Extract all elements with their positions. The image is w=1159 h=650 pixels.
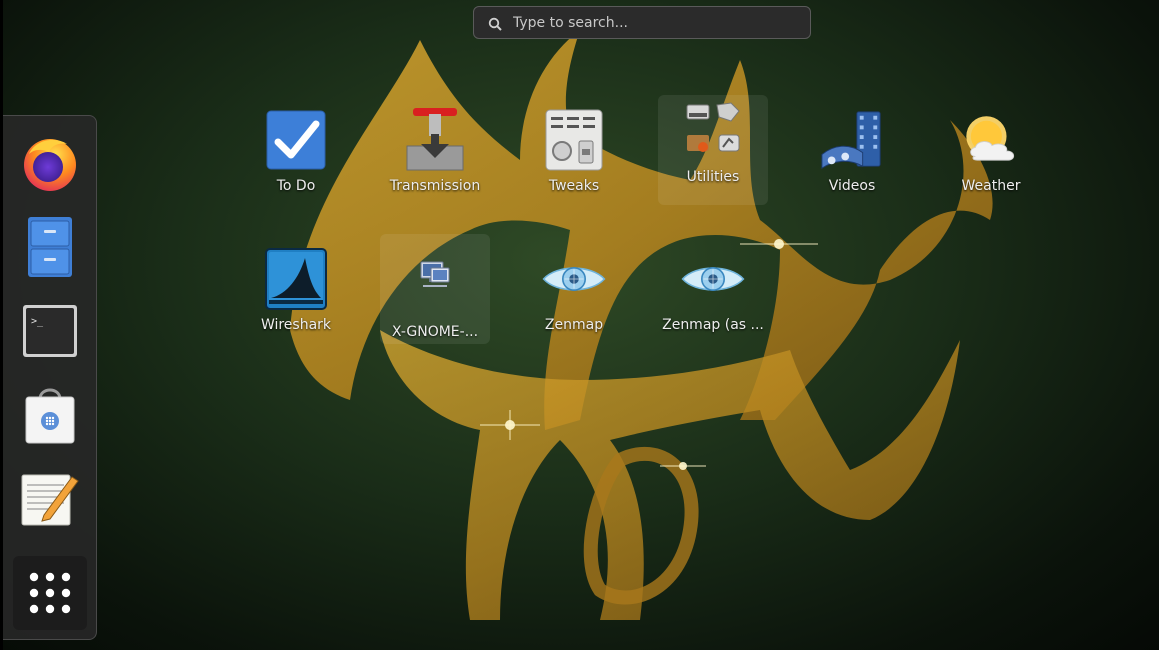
app-label: Wireshark (260, 317, 332, 333)
checkbox-icon (264, 108, 328, 172)
transmission-icon (403, 108, 467, 172)
file-cabinet-icon (28, 217, 72, 277)
app-tweaks[interactable]: Tweaks (519, 104, 629, 214)
app-label: To Do (276, 178, 316, 194)
tweaks-icon (542, 108, 606, 172)
dash-item-firefox[interactable] (15, 128, 85, 198)
app-to-do[interactable]: To Do (241, 104, 351, 214)
zenmap-eye-icon (542, 247, 606, 311)
search-input[interactable] (513, 14, 783, 31)
app-x-gnome[interactable]: X-GNOME-... (380, 234, 490, 344)
app-label: Zenmap (544, 317, 604, 333)
wireshark-fin-icon (264, 247, 328, 311)
app-label: Videos (828, 178, 876, 194)
terminal-icon: >_ (23, 305, 77, 357)
dash-item-software[interactable] (15, 380, 85, 450)
dash-item-files[interactable] (15, 212, 85, 282)
search-icon (488, 16, 502, 31)
app-zenmap[interactable]: Zenmap (519, 243, 629, 353)
weather-icon (959, 108, 1023, 172)
app-label: Transmission (389, 178, 481, 194)
app-videos[interactable]: Videos (797, 104, 907, 214)
app-weather[interactable]: Weather (936, 104, 1046, 214)
show-applications-button[interactable] (13, 556, 87, 630)
svg-text:>_: >_ (31, 316, 44, 327)
app-label: Zenmap (as ... (662, 317, 764, 333)
app-transmission[interactable]: Transmission (380, 104, 490, 214)
app-label: Utilities (686, 169, 740, 185)
firefox-icon (24, 139, 76, 191)
dash: >_ (3, 115, 97, 640)
app-grid-icon (29, 572, 71, 614)
folder-grid-icon (681, 99, 745, 163)
film-icon (820, 108, 884, 172)
software-bag-icon (25, 388, 75, 444)
app-wireshark[interactable]: Wireshark (241, 243, 351, 353)
remote-desktop-icon (403, 244, 467, 308)
dash-item-terminal[interactable]: >_ (15, 296, 85, 366)
app-label: X-GNOME-... (391, 324, 479, 340)
text-editor-icon (21, 474, 79, 526)
app-zenmap-root[interactable]: Zenmap (as ... (658, 243, 768, 353)
app-folder-utilities[interactable]: Utilities (658, 95, 768, 205)
zenmap-eye-icon (681, 247, 745, 311)
search-bar[interactable] (473, 6, 811, 39)
app-label: Weather (961, 178, 1021, 194)
dash-item-text-editor[interactable] (15, 464, 85, 534)
app-label: Tweaks (548, 178, 600, 194)
